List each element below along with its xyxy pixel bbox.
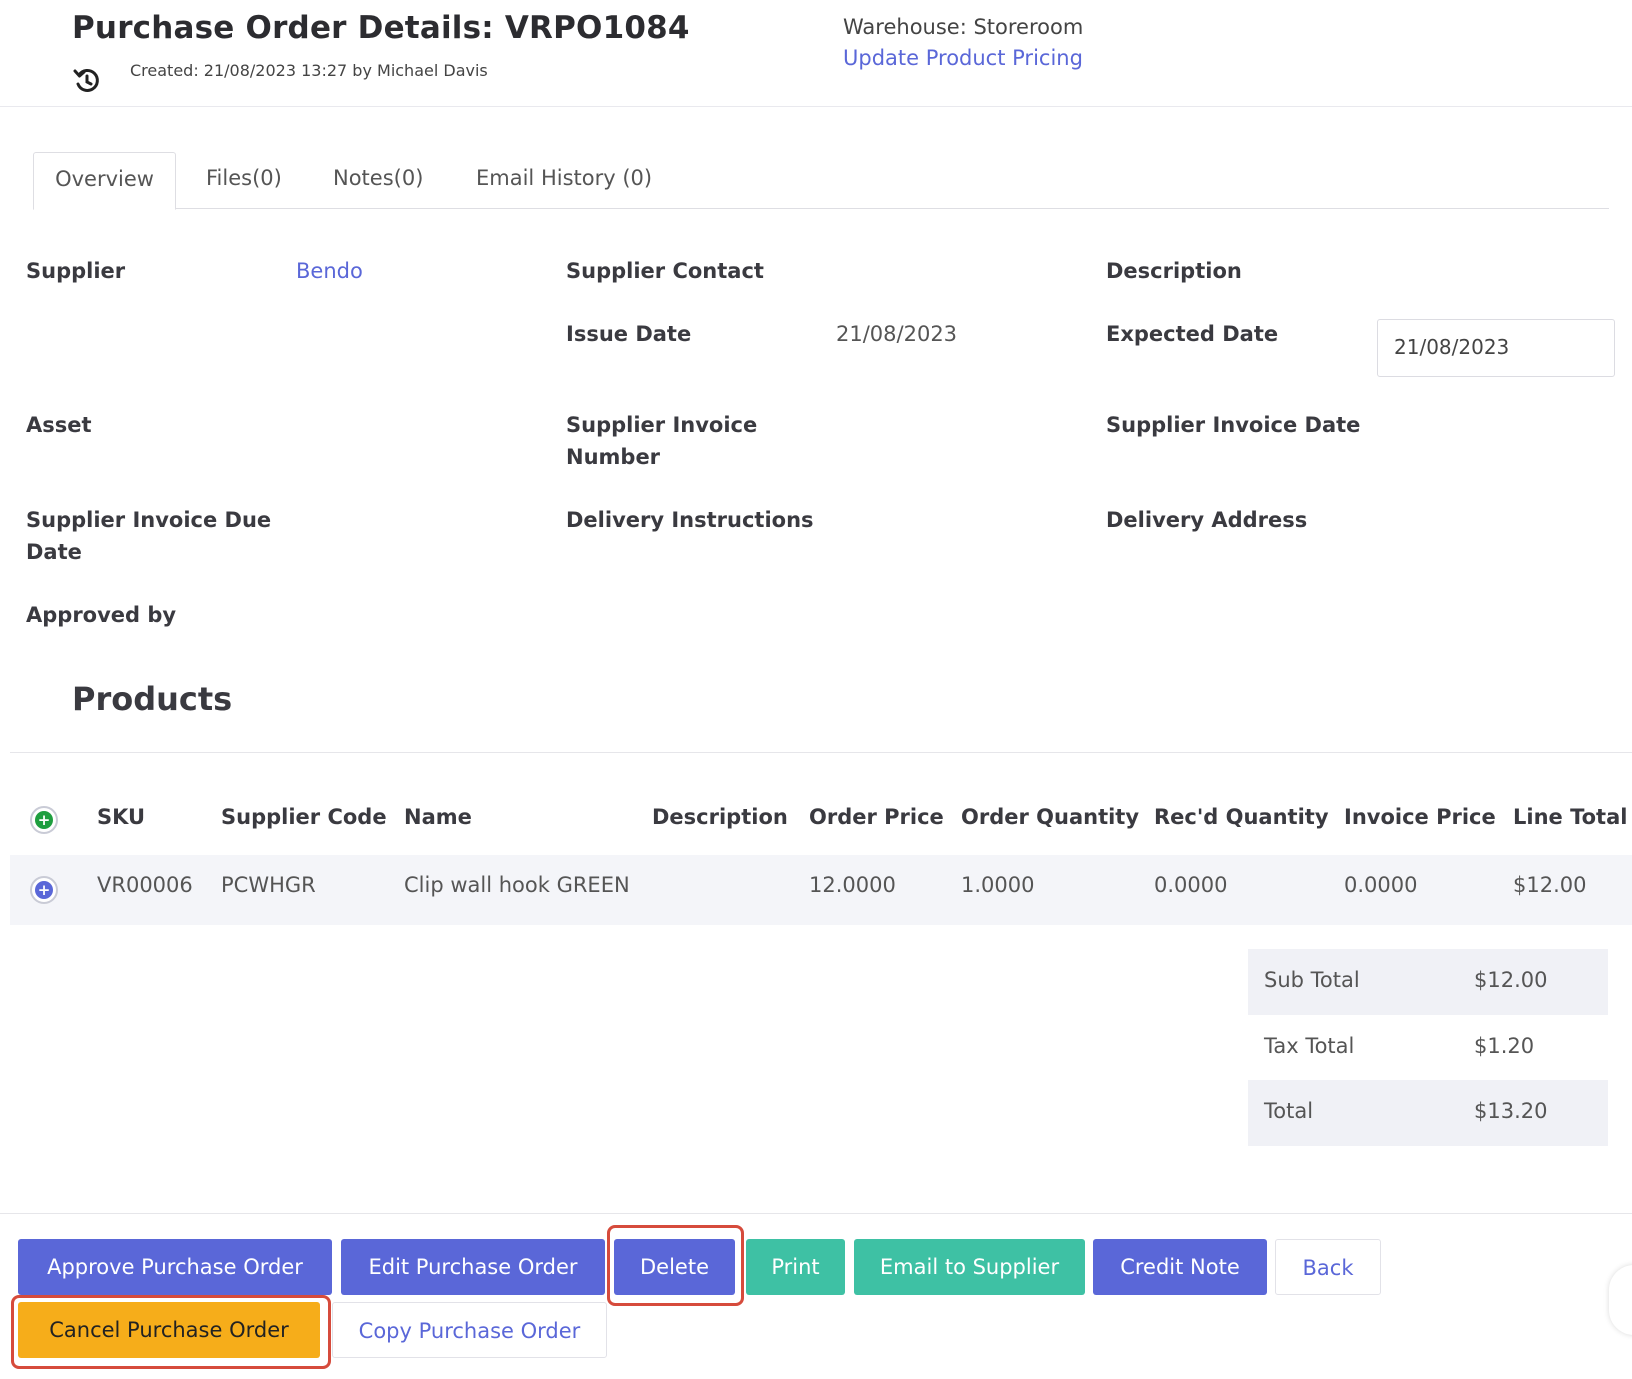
supplier-contact-label: Supplier Contact [566, 259, 764, 283]
total-label: Total [1264, 1099, 1314, 1123]
cell-order-price: 12.0000 [809, 873, 896, 897]
col-header-invoice-price: Invoice Price [1344, 805, 1496, 829]
supplier-invoice-due-label-line2: Date [26, 540, 82, 564]
tab-email-history[interactable]: Email History (0) [476, 152, 652, 209]
email-to-supplier-button[interactable]: Email to Supplier [854, 1239, 1085, 1295]
col-header-line-total: Line Total [1513, 805, 1628, 829]
page-title: Purchase Order Details: VRPO1084 [72, 10, 690, 46]
col-header-description: Description [652, 805, 788, 829]
cell-line-total: $12.00 [1513, 873, 1587, 897]
tax-total-value: $1.20 [1474, 1034, 1535, 1058]
cell-name: Clip wall hook GREEN [404, 873, 630, 897]
supplier-invoice-number-label: Supplier Invoice Number [566, 409, 757, 473]
delivery-address-label: Delivery Address [1106, 508, 1308, 532]
tab-files[interactable]: Files(0) [206, 152, 282, 209]
issue-date-label: Issue Date [566, 322, 692, 346]
delivery-instructions-label: Delivery Instructions [566, 508, 814, 532]
supplier-link[interactable]: Bendo [296, 255, 363, 287]
copy-purchase-order-button[interactable]: Copy Purchase Order [332, 1302, 607, 1358]
col-header-recd-quantity: Rec'd Quantity [1154, 805, 1329, 829]
cell-order-quantity: 1.0000 [961, 873, 1035, 897]
cell-invoice-price: 0.0000 [1344, 873, 1418, 897]
description-label: Description [1106, 259, 1242, 283]
col-header-supplier-code: Supplier Code [221, 805, 387, 829]
page-header: Purchase Order Details: VRPO1084 Created… [0, 0, 1632, 107]
issue-date-value: 21/08/2023 [836, 322, 958, 346]
cell-supplier-code: PCWHGR [221, 873, 316, 897]
print-button[interactable]: Print [746, 1239, 845, 1295]
tab-overview[interactable]: Overview [33, 152, 176, 210]
sub-total-label: Sub Total [1264, 968, 1360, 992]
total-value: $13.20 [1474, 1099, 1548, 1123]
tab-bar: Overview Files(0) Notes(0) Email History… [33, 152, 1609, 210]
asset-label: Asset [26, 413, 92, 437]
col-header-sku: SKU [97, 805, 146, 829]
approve-purchase-order-button[interactable]: Approve Purchase Order [18, 1239, 332, 1295]
footer-divider [0, 1213, 1632, 1214]
cell-recd-quantity: 0.0000 [1154, 873, 1228, 897]
supplier-invoice-number-label-line1: Supplier Invoice [566, 413, 758, 437]
side-scroll-handle[interactable] [1609, 1265, 1632, 1335]
col-header-name: Name [404, 805, 472, 829]
expected-date-label: Expected Date [1106, 322, 1279, 346]
approved-by-label: Approved by [26, 603, 177, 627]
expand-row-icon[interactable]: + [30, 876, 58, 904]
warehouse-info: Warehouse: Storeroom [843, 15, 1084, 39]
products-divider [10, 752, 1632, 753]
back-button[interactable]: Back [1275, 1239, 1381, 1295]
total-row: Total $13.20 [1248, 1080, 1608, 1146]
history-icon[interactable] [72, 66, 102, 96]
delete-button[interactable]: Delete [614, 1239, 735, 1295]
col-header-order-price: Order Price [809, 805, 944, 829]
add-product-icon[interactable]: + [30, 806, 58, 834]
tax-total-label: Tax Total [1264, 1034, 1355, 1058]
products-title: Products [72, 680, 233, 718]
cell-sku: VR00006 [97, 873, 193, 897]
supplier-label: Supplier [26, 259, 126, 283]
cancel-purchase-order-button[interactable]: Cancel Purchase Order [18, 1302, 320, 1358]
supplier-invoice-due-date-label: Supplier Invoice Due Date [26, 504, 271, 568]
sub-total-value: $12.00 [1474, 968, 1548, 992]
supplier-invoice-number-label-line2: Number [566, 445, 661, 469]
tax-total-row: Tax Total $1.20 [1248, 1015, 1608, 1081]
sub-total-row: Sub Total $12.00 [1248, 949, 1608, 1015]
expected-date-input[interactable]: 21/08/2023 [1377, 319, 1615, 377]
supplier-invoice-date-label: Supplier Invoice Date [1106, 413, 1361, 437]
credit-note-button[interactable]: Credit Note [1093, 1239, 1267, 1295]
update-product-pricing-link[interactable]: Update Product Pricing [843, 46, 1083, 70]
supplier-invoice-due-label-line1: Supplier Invoice Due [26, 508, 272, 532]
edit-purchase-order-button[interactable]: Edit Purchase Order [341, 1239, 605, 1295]
created-info: Created: 21/08/2023 13:27 by Michael Dav… [130, 61, 488, 80]
col-header-order-quantity: Order Quantity [961, 805, 1140, 829]
tab-notes[interactable]: Notes(0) [333, 152, 423, 209]
